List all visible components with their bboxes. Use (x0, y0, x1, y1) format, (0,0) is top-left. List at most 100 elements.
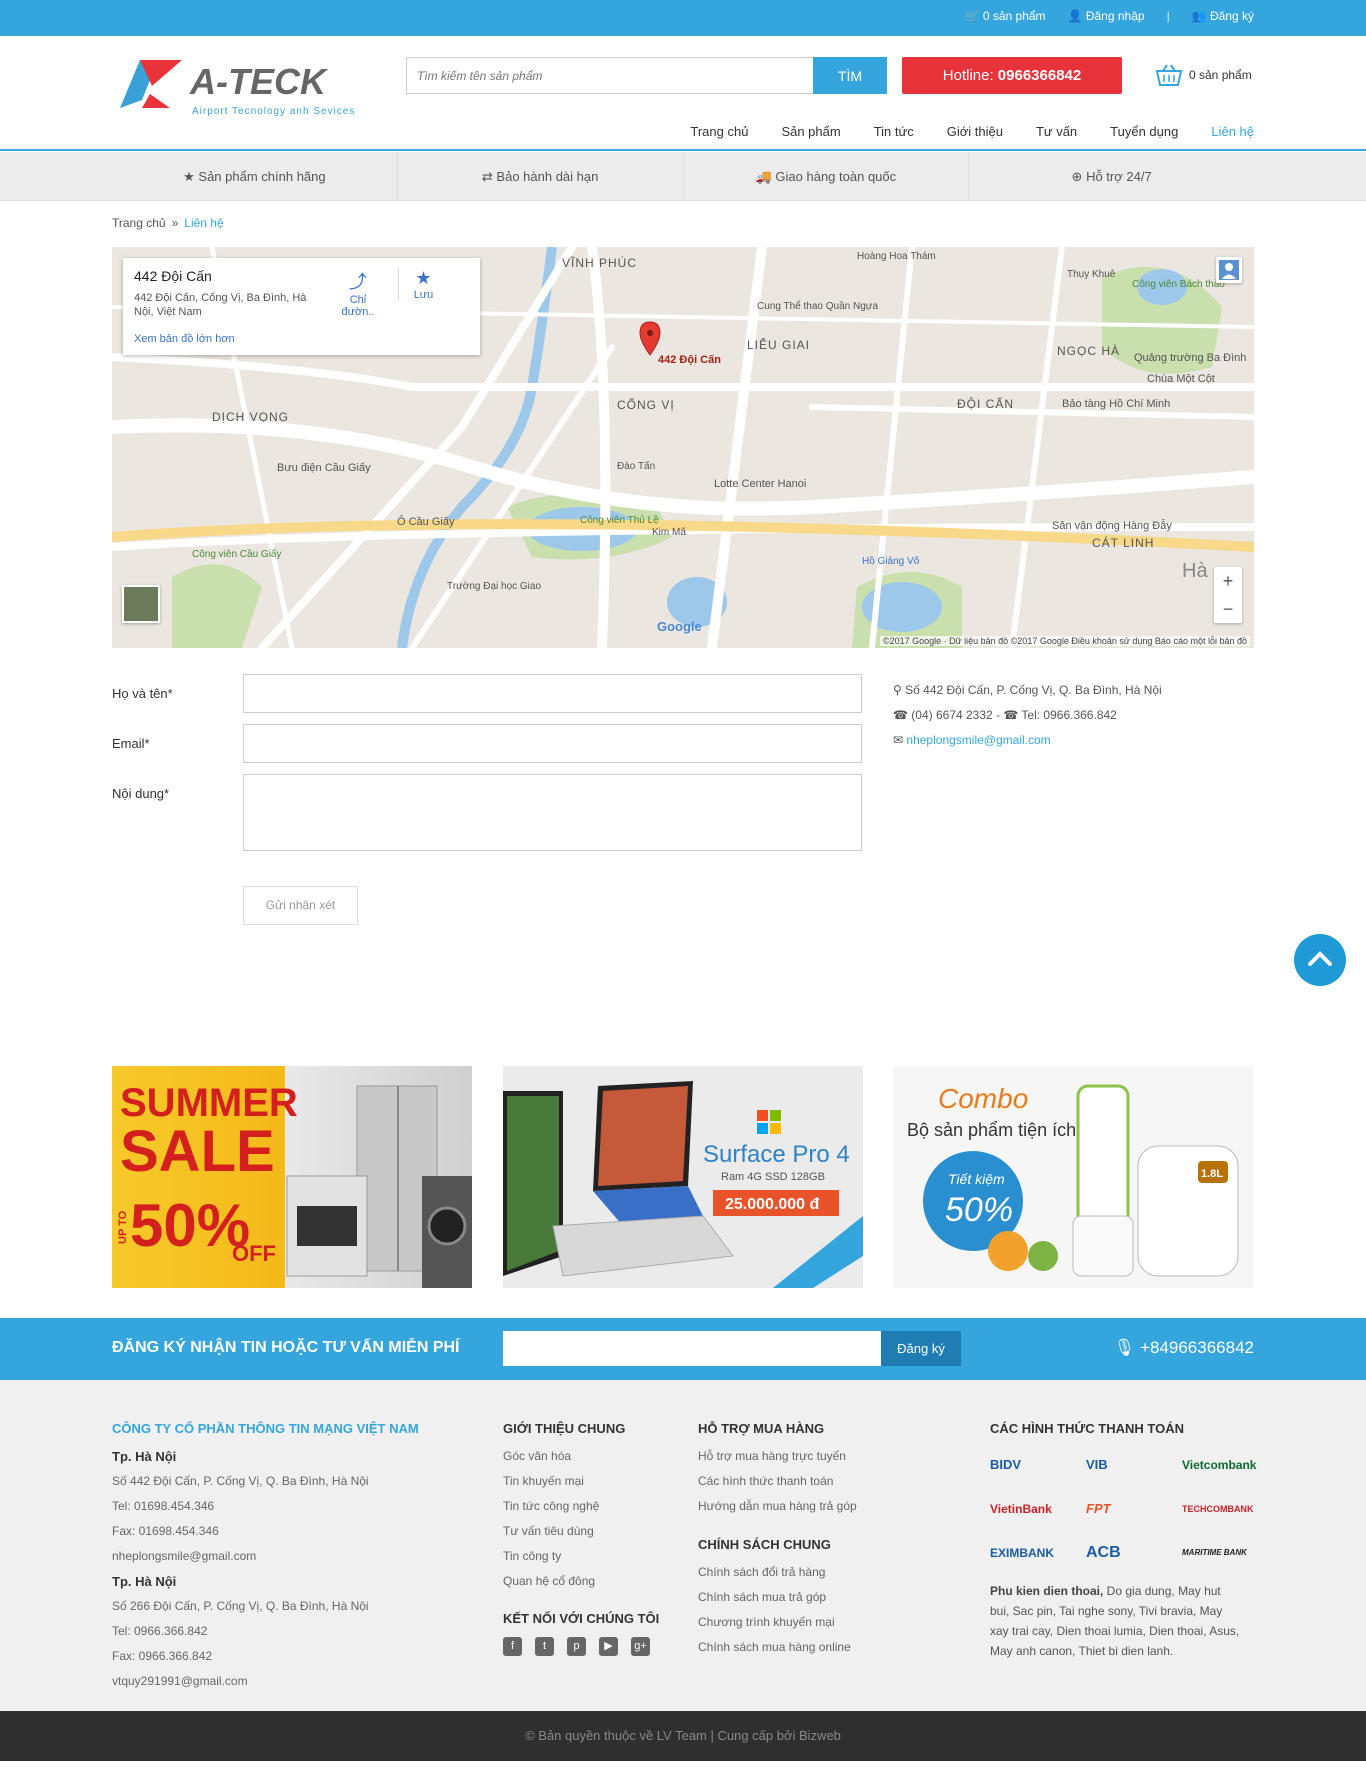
feature-genuine: ★ Sản phẩm chính hãng (112, 152, 398, 201)
footer-link[interactable]: Tin khuyến mại (503, 1469, 659, 1494)
footer-link[interactable]: Góc văn hóa (503, 1444, 659, 1469)
top-cart-link[interactable]: 🛒 0 sản phẩm (965, 9, 1046, 23)
logo-text: A-TECK (189, 61, 329, 102)
youtube-icon[interactable]: ▶ (599, 1637, 618, 1656)
footer-link[interactable]: Chính sách đổi trả hàng (698, 1560, 857, 1585)
footer-link[interactable]: Hỗ trợ mua hàng trực tuyến (698, 1444, 857, 1469)
register-link[interactable]: 👥 Đăng ký (1192, 9, 1254, 23)
directions-label: Chỉ đườn.. (341, 294, 375, 318)
contact-info: ⚲ Số 442 Đội Cấn, P. Cống Vị, Q. Ba Đình… (893, 678, 1162, 753)
footer-link[interactable]: Hướng dẫn mua hàng trả góp (698, 1494, 857, 1519)
footer-heading: GIỚI THIỆU CHUNG (503, 1421, 626, 1436)
search-button[interactable]: TÌM (813, 57, 887, 94)
footer-email: vtquy291991@gmail.com (112, 1674, 248, 1688)
nav-advice[interactable]: Tư vấn (1036, 124, 1077, 139)
footer-link[interactable]: Tin công ty (503, 1544, 659, 1569)
footer-link[interactable]: Quan hệ cổ đông (503, 1569, 659, 1594)
map-label: VĨNH PHÚC (562, 255, 637, 270)
content-field[interactable] (243, 774, 862, 851)
top-cart-label: 0 sản phẩm (982, 9, 1046, 23)
satellite-toggle[interactable] (122, 585, 160, 623)
banner-text: 50% (945, 1191, 1013, 1229)
newsletter-phone[interactable]: 🎙 +84966366842 (1114, 1338, 1254, 1358)
newsletter-email-input[interactable] (503, 1331, 881, 1366)
nav-products[interactable]: Sản phẩm (781, 124, 840, 139)
place-title: 442 Đội Cấn (134, 268, 212, 284)
banner-surface-pro[interactable]: Surface Pro 4 Ram 4G SSD 128GB 25.000.00… (503, 1066, 863, 1288)
site-logo[interactable]: A-TECK Airport Tecnology anh Sevices (112, 56, 377, 121)
banner-combo[interactable]: Combo Bộ sản phẩm tiện ích Tiết kiệm 50%… (893, 1066, 1253, 1288)
bidv-logo: BIDV (990, 1457, 1022, 1472)
newsletter-label: ĐĂNG KÝ NHẬN TIN HOẶC TƯ VẤN MIỄN PHÍ (112, 1339, 460, 1356)
feature-warranty: ⇄ Bảo hành dài hạn (398, 152, 684, 201)
nav-contact[interactable]: Liên hệ (1211, 124, 1254, 139)
pinterest-icon[interactable]: p (567, 1637, 586, 1656)
zoom-in-button[interactable]: + (1214, 567, 1242, 595)
vietinbank-logo: VietinBank (990, 1502, 1052, 1516)
email-field[interactable] (243, 724, 862, 763)
map-label: Sân vận động Hàng Đẫy (1052, 519, 1172, 532)
acb-logo: ACB (1086, 1544, 1121, 1561)
google-plus-icon[interactable]: g+ (631, 1637, 650, 1656)
facebook-icon[interactable]: f (503, 1637, 522, 1656)
map-label: Công viên Cầu Giấy (192, 548, 282, 560)
search-input[interactable] (406, 57, 813, 94)
street-view-icon[interactable] (1216, 257, 1242, 283)
pin-label: 442 Đội Cấn (658, 354, 721, 366)
contact-email-link[interactable]: nheplongsmile@gmail.com (906, 733, 1050, 747)
footer-link[interactable]: Tư vấn tiêu dùng (503, 1519, 659, 1544)
lifebuoy-icon: ⊕ (1071, 169, 1083, 184)
name-field[interactable] (243, 674, 862, 713)
login-link[interactable]: 👤 Đăng nhập (1068, 9, 1145, 23)
save-label: Lưu (413, 289, 434, 301)
footer-link[interactable]: Chương trình khuyến mại (698, 1610, 857, 1635)
place-card: 442 Đội Cấn 442 Đội Cấn, Cống Vị, Ba Đìn… (123, 258, 480, 355)
footer-email: nheplongsmile@gmail.com (112, 1549, 257, 1563)
map-label: Cung Thể thao Quần Ngựa (757, 300, 878, 312)
footer-link[interactable]: Tin tức công nghệ (503, 1494, 659, 1519)
bank-logos: BIDV VIB Vietcombank VietinBank FPT TECH… (990, 1449, 1262, 1569)
nav-home[interactable]: Trang chủ (690, 124, 748, 139)
map-label: Quảng trường Ba Đình (1134, 352, 1246, 364)
twitter-icon[interactable]: t (535, 1637, 554, 1656)
header-cart-count: 0 sản phẩm (1189, 68, 1252, 82)
banner-text: Combo (938, 1083, 1028, 1114)
top-bar: 🛒 0 sản phẩm 👤 Đăng nhập | 👥 Đăng ký (0, 0, 1366, 36)
content-label: Nội dung* (112, 786, 170, 801)
zoom-out-button[interactable]: − (1214, 595, 1242, 623)
larger-map-link[interactable]: Xem bản đồ lớn hơn (134, 333, 235, 345)
feature-label: Giao hàng toàn quốc (775, 169, 897, 184)
place-address: 442 Đội Cấn, Cống Vị, Ba Đình, Hà Nội, V… (134, 292, 307, 318)
footer-fax: Fax: 0966.366.842 (112, 1649, 213, 1663)
map-marker-icon: ⚲ (893, 683, 902, 697)
submit-comment-button[interactable]: Gửi nhận xét (243, 886, 358, 925)
map-label: Chùa Một Cột (1147, 373, 1215, 385)
vietcombank-logo: Vietcombank (1182, 1458, 1257, 1472)
nav-news[interactable]: Tin tức (874, 124, 914, 139)
nav-careers[interactable]: Tuyển dụng (1110, 124, 1178, 139)
phone-icon: ☎ (893, 708, 908, 722)
map-label: Ô Cầu Giấy (397, 515, 455, 528)
breadcrumb-home[interactable]: Trang chủ (112, 216, 166, 230)
google-map[interactable]: VĨNH PHÚC LIỄU GIAI CỐNG VỊ ĐỘI CẤN NGỌC… (112, 247, 1254, 648)
footer-link[interactable]: Chính sách mua hàng online (698, 1635, 857, 1660)
nav-about[interactable]: Giới thiệu (947, 124, 1003, 139)
save-place-button[interactable]: ★ Lưu (398, 268, 448, 301)
breadcrumb: Trang chủ » Liên hệ (112, 216, 224, 230)
banner-text: SALE (120, 1119, 275, 1184)
directions-button[interactable]: ⤴ Chỉ đườn.. (333, 268, 383, 318)
map-label: Kim Mã (652, 527, 686, 538)
newsletter-subscribe-button[interactable]: Đăng ký (881, 1331, 961, 1366)
divider: | (1166, 9, 1170, 23)
hotline-button[interactable]: Hotline: 0966366842 (902, 57, 1122, 94)
footer-link[interactable]: Chính sách mua trả góp (698, 1585, 857, 1610)
newsletter-phone-number: +84966366842 (1140, 1338, 1254, 1357)
footer-link[interactable]: Các hình thức thanh toán (698, 1469, 857, 1494)
directions-icon: ⤴ (349, 272, 367, 292)
banner-summer-sale[interactable]: SUMMER SALE UP TO 50% OFF (112, 1066, 472, 1288)
banner-text: OFF (232, 1241, 276, 1266)
header-cart[interactable]: 0 sản phẩm (1155, 63, 1252, 87)
footer-payment-column: CÁC HÌNH THỨC THANH TOÁN BIDV VIB Vietco… (990, 1416, 1262, 1661)
back-to-top-button[interactable] (1294, 934, 1346, 986)
footer-tags: Phu kien dien thoai, Do gia dung, May hu… (990, 1581, 1240, 1661)
